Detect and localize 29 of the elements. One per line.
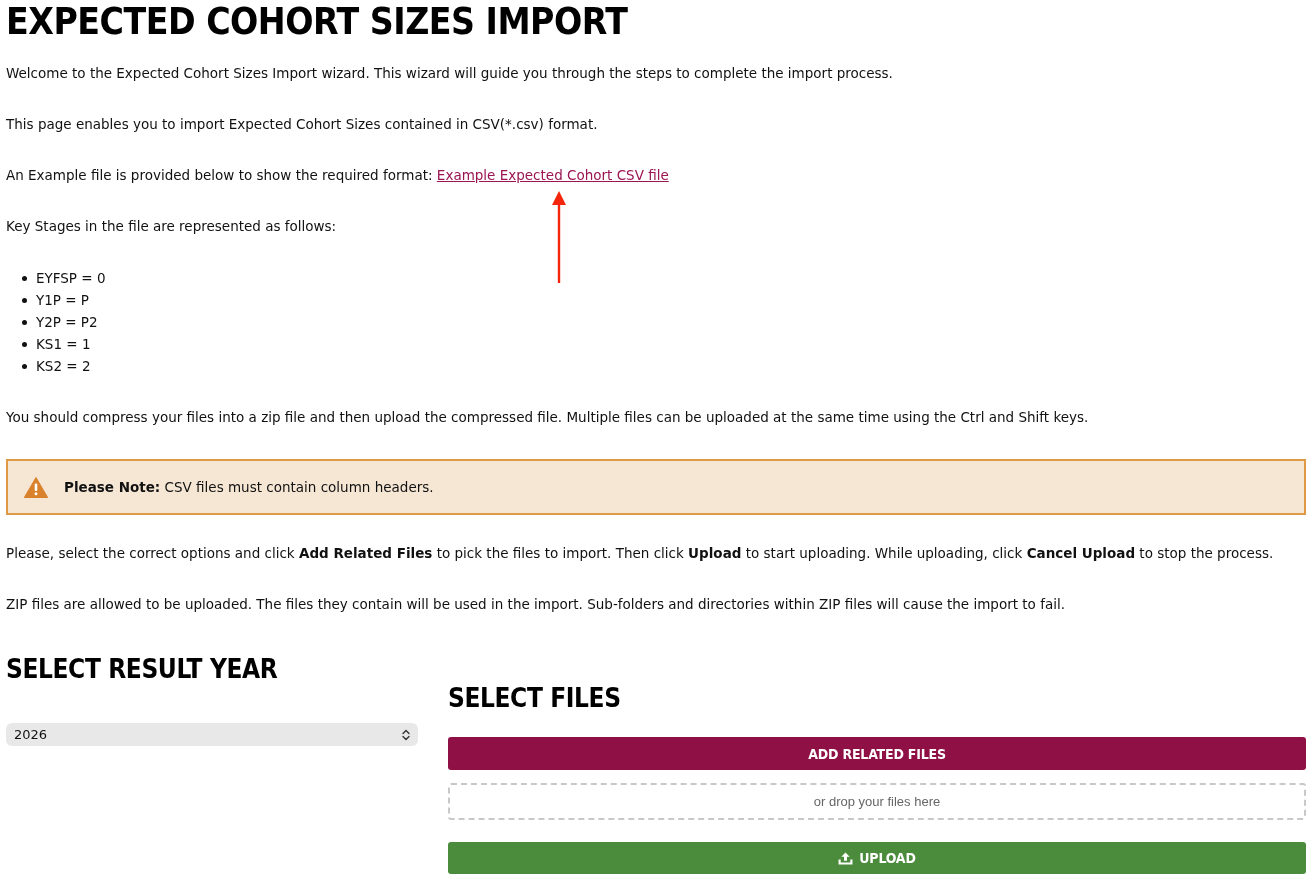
upload-button[interactable]: UPLOAD <box>448 842 1306 874</box>
paragraph: An Example file is provided below to show the required format: Example Expected Cohort CSV file <box>6 165 1306 185</box>
list-item: Y2P = P2 <box>36 313 98 332</box>
bullet-icon <box>22 363 27 369</box>
list-item: KS1 = 1 <box>36 335 91 354</box>
paragraph: You should compress your files into a zip file and then upload the compressed file. Multiple files can be uploaded at the same time using the Ctrl and Shift keys. <box>6 408 1090 427</box>
upload-icon <box>838 851 854 865</box>
paragraph: Welcome to the Expected Cohort Sizes Import wizard. This wizard will guide you through the steps to complete the import process. <box>6 64 894 83</box>
bullet-icon <box>22 319 27 325</box>
bullet-icon <box>22 341 27 347</box>
note-text: Please Note: CSV files must contain column headers. <box>64 478 434 497</box>
chevron-updown-icon <box>402 728 410 741</box>
section-heading: SELECT FILES <box>448 682 622 715</box>
bullet-icon <box>22 297 27 303</box>
bullet-icon <box>22 275 27 281</box>
section-heading: SELECT RESULT YEAR <box>6 653 279 686</box>
paragraph: This page enables you to import Expected Cohort Sizes contained in CSV(*.csv) format. <box>6 115 599 134</box>
page-title: EXPECTED COHORT SIZES IMPORT <box>6 0 629 44</box>
paragraph: ZIP files are allowed to be uploaded. The files they contain will be used in the import. Sub-folders and directories within ZIP files will cause the import to fail. <box>6 595 1066 614</box>
warning-icon <box>24 476 48 498</box>
list-item: EYFSP = 0 <box>36 269 106 288</box>
list-item: Y1P = P <box>36 291 89 310</box>
paragraph: Key Stages in the file are represented as follows: <box>6 217 338 236</box>
example-file-link[interactable]: Example Expected Cohort CSV file <box>436 167 669 183</box>
paragraph: Please, select the correct options and click Add Related Files to pick the files to import. Then click Upload to start uploading. While uploading, click Cancel Upload to stop the process. <box>6 544 1275 563</box>
list-item: KS2 = 2 <box>36 357 91 376</box>
add-related-files-button[interactable]: ADD RELATED FILES <box>448 737 1306 770</box>
drop-zone[interactable]: or drop your files here <box>448 783 1306 820</box>
year-select[interactable]: 2026 <box>6 723 418 746</box>
